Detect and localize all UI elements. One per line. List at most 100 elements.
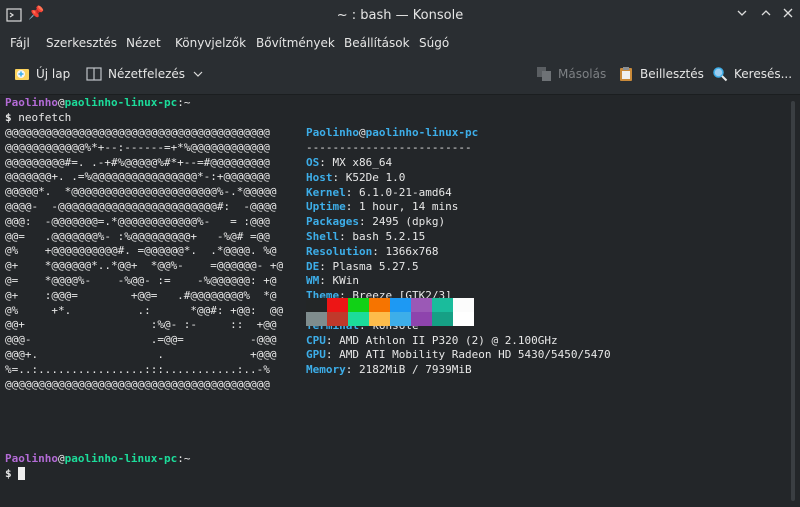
info-header-at: @	[358, 126, 366, 139]
text-cursor	[18, 467, 25, 480]
info-row: Memory: 2182MiB / 7939MiB	[306, 363, 472, 377]
info-value: 2182MiB / 7939MiB	[359, 363, 472, 377]
window-title: ~ : bash — Konsole	[336, 8, 464, 23]
info-label: GPU	[306, 348, 326, 362]
ascii-logo-line: @@+ :%@- :- :: +@@	[5, 318, 277, 332]
prompt-user: Paolinho	[5, 96, 58, 109]
close-icon	[783, 8, 793, 18]
copy-button[interactable]: Másolás	[536, 66, 606, 82]
color-swatch	[390, 298, 411, 312]
menu-file[interactable]: Fájl	[10, 36, 30, 50]
prompt-host: paolinho-linux-pc	[64, 96, 178, 109]
scrollbar[interactable]	[786, 95, 800, 507]
info-value: KWin	[332, 274, 360, 288]
split-view-button[interactable]: Nézetfelezés	[86, 66, 203, 82]
prompt-sep: :	[177, 96, 184, 109]
color-swatch	[327, 298, 348, 312]
menu-help[interactable]: Súgó	[419, 36, 449, 50]
info-value: AMD Athlon II P320 (2) @ 2.100GHz	[339, 333, 558, 347]
paste-label: Beillesztés	[640, 67, 704, 81]
new-tab-label: Új lap	[36, 67, 71, 81]
info-separator: -------------------------	[306, 141, 472, 154]
minimize-button[interactable]	[732, 5, 752, 25]
info-row: Kernel: 6.1.0-21-amd64	[306, 186, 452, 200]
ascii-logo-line: @@@: -@@@@@@@=.*@@@@@@@@@@@@%- = :@@@	[5, 214, 270, 228]
info-label: Uptime	[306, 200, 346, 214]
ascii-logo-line: @@@@@@@@@#=. .-+#%@@@@@%#*+--=#@@@@@@@@@	[5, 155, 270, 169]
color-swatch	[369, 298, 390, 312]
chevron-down-icon	[737, 10, 747, 16]
ascii-logo-line: @+ :@@@= +@@= .#@@@@@@@@% *@	[5, 288, 277, 302]
menu-plugins[interactable]: Bővítmények	[256, 36, 335, 50]
info-row: Host: K52De 1.0	[306, 171, 405, 185]
split-view-label: Nézetfelezés	[108, 67, 186, 81]
info-colon: :	[319, 156, 333, 169]
find-label: Keresés...	[734, 67, 793, 81]
color-swatch	[327, 312, 348, 326]
ascii-logo-line: @= *@@@@%- -%@@- := -%@@@@@@: +@	[5, 274, 277, 287]
new-tab-button[interactable]: Új lap	[14, 66, 70, 82]
color-swatch	[306, 312, 327, 326]
ascii-logo-line: @% +@@@@@@@@@@#. =@@@@@@*. .*@@@@. %@	[5, 244, 277, 258]
find-button[interactable]: Keresés...	[712, 66, 792, 82]
info-colon: :	[345, 185, 359, 199]
info-value: K52De 1.0	[345, 170, 406, 184]
info-row: WM: KWin	[306, 274, 359, 288]
color-swatch	[348, 298, 369, 312]
info-row: Resolution: 1366x768	[306, 245, 438, 259]
info-colon: :	[319, 274, 333, 288]
info-value: 6.1.0-21-amd64	[359, 185, 452, 199]
title-bar: 📌 ~ : bash — Konsole	[0, 0, 800, 30]
info-row: GPU: AMD ATI Mobility Radeon HD 5430/545…	[306, 348, 611, 362]
ascii-logo-line: @@@- .=@@= -@@@	[5, 333, 277, 347]
paste-icon	[620, 67, 632, 81]
maximize-button[interactable]	[756, 5, 776, 25]
prompt-path: ~	[183, 96, 191, 109]
prompt-sep: :	[177, 452, 184, 465]
info-colon: :	[319, 259, 333, 273]
info-value: Plasma 5.27.5	[332, 259, 419, 273]
info-colon: :	[339, 230, 353, 243]
info-value: 1366x768	[385, 244, 439, 258]
color-swatch	[432, 298, 453, 312]
close-button[interactable]	[778, 5, 798, 25]
menu-view[interactable]: Nézet	[126, 36, 161, 50]
prompt-line: Paolinho@paolinho-linux-pc:~	[5, 96, 190, 110]
color-swatch	[348, 312, 369, 326]
ascii-logo-line: @@@@- -@@@@@@@@@@@@@@@@@@@@@@@@#: -@@@@	[5, 200, 277, 213]
info-header-user: Paolinho	[306, 126, 359, 139]
prompt-symbol: $	[5, 111, 12, 124]
info-colon: :	[372, 244, 386, 258]
info-row: CPU: AMD Athlon II P320 (2) @ 2.100GHz	[306, 334, 558, 348]
ascii-logo-line: @@@@@@@@@@@@%*+--:------=+*%@@@@@@@@@@@@	[5, 140, 270, 154]
ascii-logo-line: @@= .@@@@@@@%- :%@@@@@@@@@+ -%@# =@@	[5, 229, 270, 243]
info-row: DE: Plasma 5.27.5	[306, 260, 419, 274]
search-icon	[713, 67, 728, 82]
info-header-host: paolinho-linux-pc	[365, 126, 479, 139]
paste-button[interactable]: Beillesztés	[618, 66, 704, 82]
chevron-down-icon	[193, 71, 203, 77]
color-swatch	[369, 312, 390, 326]
info-label: Packages	[306, 215, 359, 229]
ascii-logo-line: @+ *@@@@@@*..*@@+ *@@%- =@@@@@@- +@	[5, 259, 284, 273]
scrollbar-track[interactable]	[791, 101, 795, 501]
ascii-logo-line: %=..:................:::...........:..-%	[5, 362, 270, 376]
menu-settings[interactable]: Beállítások	[344, 36, 410, 50]
info-label: Kernel	[306, 185, 346, 199]
info-label: WM	[306, 274, 320, 288]
command-line: $ neofetch	[5, 111, 71, 125]
info-row: Packages: 2495 (dpkg)	[306, 215, 445, 229]
prompt-path: ~	[183, 452, 191, 465]
menu-edit[interactable]: Szerkesztés	[46, 36, 117, 50]
info-colon: :	[332, 170, 346, 184]
menu-bar: Fájl Szerkesztés Nézet Könyvjelzők Bővít…	[0, 30, 800, 56]
copy-icon	[537, 67, 551, 81]
menu-bookmarks[interactable]: Könyvjelzők	[175, 36, 246, 50]
prompt-host: paolinho-linux-pc	[64, 452, 178, 465]
info-label: CPU	[306, 333, 326, 347]
info-label: OS	[306, 156, 320, 169]
info-value: 2495 (dpkg)	[372, 215, 446, 229]
copy-label: Másolás	[558, 67, 607, 81]
info-colon: :	[325, 333, 340, 347]
info-row: OS: MX x86_64	[306, 156, 392, 170]
